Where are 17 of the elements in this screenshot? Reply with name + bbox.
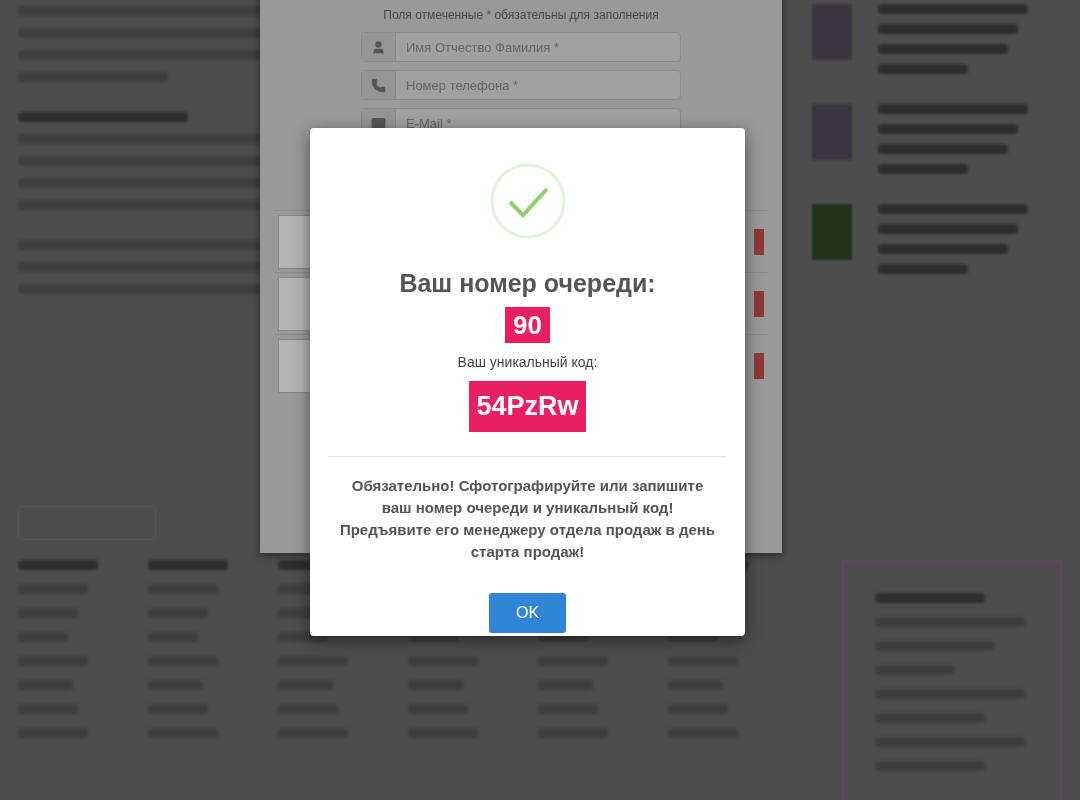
notice-text: Обязательно! Сфотографируйте или запишите ваш номер очереди и уникальный код! Предъявите его менеджеру отдела продаж в день старта продаж! [338, 475, 717, 562]
queue-title: Ваш номер очереди: [399, 268, 656, 299]
input-field[interactable]: Имя Отчество Фамилия * [361, 32, 681, 62]
required-fields-note: Поля отмеченные * обязательны для заполнения [383, 7, 659, 24]
queue-number: 90 [505, 306, 550, 343]
ok-button[interactable]: OK [489, 592, 566, 633]
envelope-icon [371, 115, 386, 131]
person-icon [371, 39, 386, 55]
phone-icon [371, 77, 386, 93]
photo-placeholder [812, 204, 852, 260]
product-photo [278, 338, 312, 393]
product-photo [278, 276, 312, 331]
input-field[interactable]: Номер телефона * [361, 70, 681, 100]
checkmark-icon [489, 163, 566, 239]
product-photo [278, 214, 312, 269]
unique-code: 54PzRw [469, 380, 586, 432]
code-label: Ваш уникальный код: [457, 352, 598, 372]
